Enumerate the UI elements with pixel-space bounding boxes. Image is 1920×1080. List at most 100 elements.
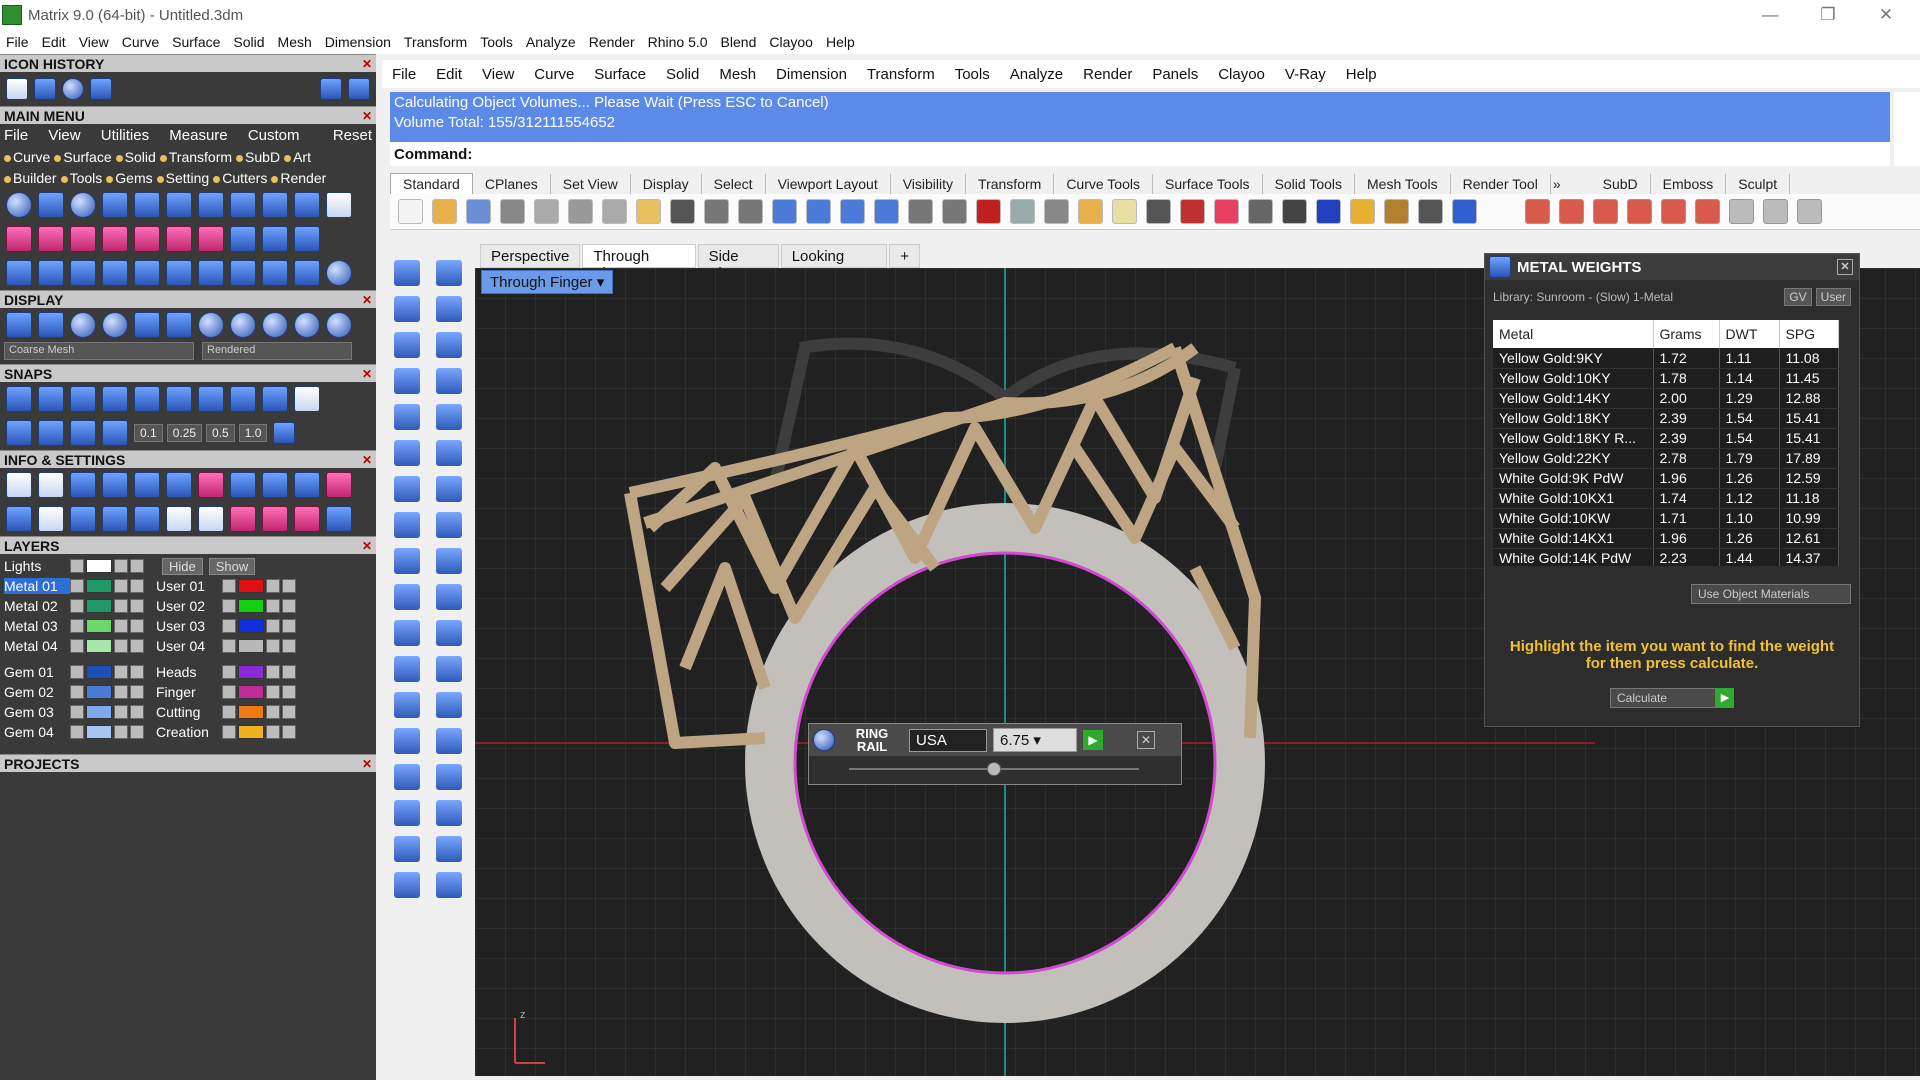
surface-icon[interactable] xyxy=(436,512,462,538)
sculpt-icon[interactable] xyxy=(262,506,288,532)
play-icon[interactable]: ▶ xyxy=(1083,730,1103,750)
dimension-icon[interactable] xyxy=(1418,199,1443,224)
visible-icon[interactable] xyxy=(282,685,296,699)
tower-tool-icon[interactable] xyxy=(166,192,192,218)
layer-name[interactable]: Metal 04 xyxy=(4,638,70,654)
display-mode-select[interactable]: Rendered xyxy=(202,342,352,360)
shaded-icon[interactable] xyxy=(70,312,96,338)
metal-row[interactable]: Yellow Gold:9KY 1.72 1.11 11.08 xyxy=(1493,348,1839,369)
app-menu-render[interactable]: Render xyxy=(1083,66,1132,83)
technical-icon[interactable] xyxy=(166,312,192,338)
cat-surface[interactable]: Surface xyxy=(54,149,112,165)
expand-icon[interactable] xyxy=(222,725,236,739)
tab-set-view[interactable]: Set View xyxy=(551,174,631,194)
ring-size-select[interactable]: 6.75 ▾ xyxy=(993,728,1077,752)
metal-row[interactable]: Yellow Gold:10KY 1.78 1.14 11.45 xyxy=(1493,368,1839,389)
cross-icon[interactable] xyxy=(38,226,64,252)
command-input[interactable]: Command: xyxy=(390,142,1890,166)
metal-row[interactable]: Yellow Gold:14KY 2.00 1.29 12.88 xyxy=(1493,388,1839,409)
gem-seat-icon[interactable] xyxy=(198,192,224,218)
tab-render-tools[interactable]: Render Tool xyxy=(1451,174,1551,194)
expand-icon[interactable] xyxy=(70,665,84,679)
lock-icon[interactable] xyxy=(114,685,128,699)
explode-icon[interactable] xyxy=(436,620,462,646)
visible-icon[interactable] xyxy=(130,665,144,679)
paint-icon[interactable] xyxy=(436,872,462,898)
ghosted-icon[interactable] xyxy=(38,312,64,338)
minus-icon[interactable] xyxy=(70,226,96,252)
layer-color[interactable] xyxy=(86,725,112,739)
lock-icon[interactable] xyxy=(114,619,128,633)
calculate-button[interactable]: Calculate ▶ xyxy=(1610,688,1734,708)
pan-icon[interactable] xyxy=(704,199,729,224)
play-icon[interactable]: ▶ xyxy=(1716,688,1734,708)
cat-curve[interactable]: Curve xyxy=(4,149,50,165)
command-scrollbar[interactable] xyxy=(1894,92,1920,166)
arc-icon[interactable] xyxy=(394,368,420,394)
wireframe-icon[interactable] xyxy=(6,312,32,338)
more-icon[interactable] xyxy=(1797,199,1822,224)
metal-row[interactable]: Yellow Gold:18KY R... 2.39 1.54 15.41 xyxy=(1493,428,1839,449)
visible-icon[interactable] xyxy=(282,705,296,719)
tab-viewport-layout[interactable]: Viewport Layout xyxy=(766,174,891,194)
layer-color[interactable] xyxy=(86,705,112,719)
cat-transform[interactable]: Transform xyxy=(159,149,232,165)
cat-gems[interactable]: Gems xyxy=(106,170,153,186)
array-icon[interactable] xyxy=(394,728,420,754)
expand-icon[interactable] xyxy=(70,639,84,653)
menu-edit[interactable]: Edit xyxy=(42,34,66,50)
tab-mesh-tools[interactable]: Mesh Tools xyxy=(1355,174,1451,194)
app-menu-panels[interactable]: Panels xyxy=(1152,66,1198,83)
lock-icon[interactable] xyxy=(114,579,128,593)
close-icon[interactable]: ✕ xyxy=(362,57,372,71)
circle-select-icon[interactable] xyxy=(1044,199,1069,224)
emboss-icon[interactable] xyxy=(230,506,256,532)
main-menu-custom[interactable]: Custom xyxy=(248,127,300,144)
text-icon[interactable] xyxy=(394,692,420,718)
layer-color[interactable] xyxy=(86,639,112,653)
curve-tool-icon[interactable] xyxy=(38,192,64,218)
menu-blend[interactable]: Blend xyxy=(721,34,757,50)
close-icon[interactable]: ✕ xyxy=(1137,731,1155,749)
lock-icon[interactable] xyxy=(114,705,128,719)
analyze-icon[interactable] xyxy=(436,548,462,574)
tab-sculpt[interactable]: Sculpt xyxy=(1726,174,1791,194)
visible-icon[interactable] xyxy=(282,579,296,593)
snap-perp-icon[interactable] xyxy=(198,386,224,412)
gem-icon[interactable] xyxy=(198,472,224,498)
main-menu-measure[interactable]: Measure xyxy=(169,127,227,144)
heart-tool-icon[interactable] xyxy=(230,192,256,218)
stamp-icon[interactable] xyxy=(294,506,320,532)
export-icon[interactable] xyxy=(326,472,352,498)
flow-icon[interactable] xyxy=(102,260,128,286)
mirror-icon[interactable] xyxy=(166,226,192,252)
subd-icon[interactable] xyxy=(1525,199,1550,224)
cat-cutters[interactable]: Cutters xyxy=(213,170,267,186)
lock-icon[interactable] xyxy=(1146,199,1171,224)
lock-icon[interactable] xyxy=(114,599,128,613)
close-button[interactable]: ✕ xyxy=(1858,0,1914,30)
menu-analyze[interactable]: Analyze xyxy=(526,34,576,50)
bail-tool-icon[interactable] xyxy=(262,192,288,218)
visible-icon[interactable] xyxy=(130,705,144,719)
rotate-icon[interactable] xyxy=(38,260,64,286)
layer-name[interactable]: Finger xyxy=(156,684,222,700)
visible-icon[interactable] xyxy=(282,619,296,633)
trim-icon[interactable] xyxy=(394,584,420,610)
layer-color[interactable] xyxy=(238,619,264,633)
layer-color[interactable] xyxy=(238,725,264,739)
tab-select[interactable]: Select xyxy=(702,174,766,194)
material-white-icon[interactable] xyxy=(326,312,352,338)
app-menu-clayoo[interactable]: Clayoo xyxy=(1218,66,1265,83)
restore-button[interactable]: ❐ xyxy=(1800,0,1856,30)
layout-icon[interactable] xyxy=(262,472,288,498)
tab-transform[interactable]: Transform xyxy=(966,174,1055,194)
tab-solid-tools[interactable]: Solid Tools xyxy=(1263,174,1356,194)
snap-value-0-1[interactable]: 0.1 xyxy=(134,424,163,442)
cat-tools[interactable]: Tools xyxy=(60,170,102,186)
material-yellow-icon[interactable] xyxy=(262,312,288,338)
app-menu-dimension[interactable]: Dimension xyxy=(776,66,847,83)
menu-transform[interactable]: Transform xyxy=(404,34,467,50)
cube-icon[interactable] xyxy=(394,764,420,790)
mirror-icon[interactable] xyxy=(436,728,462,754)
